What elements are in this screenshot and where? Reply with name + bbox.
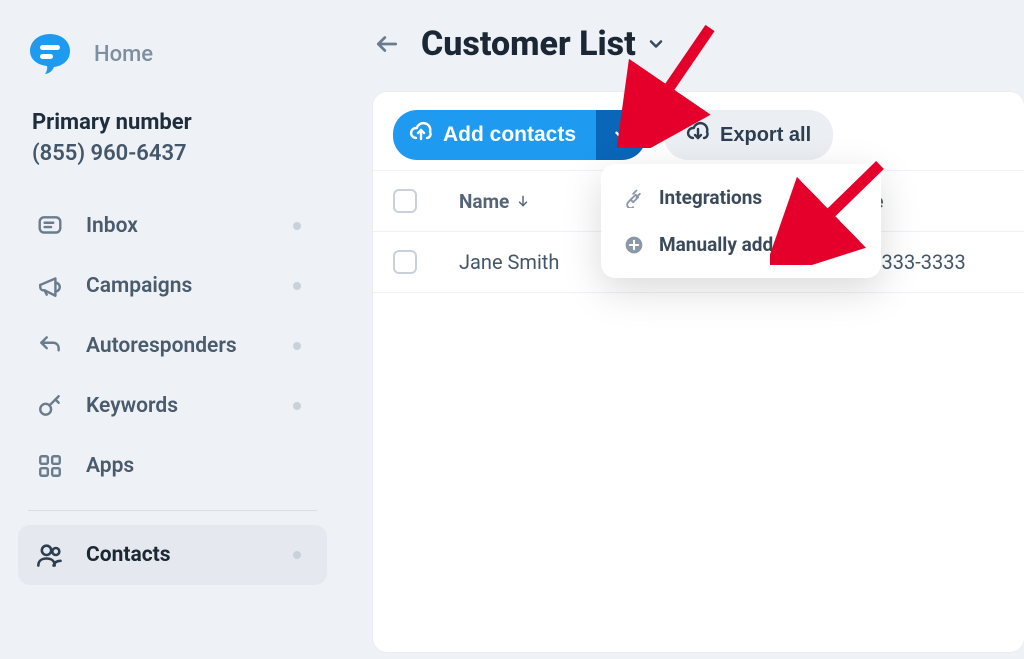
reply-icon [36, 332, 64, 360]
nav-list: Inbox Campaigns Autoresponders [18, 196, 327, 585]
main: Customer List Add con [345, 0, 1024, 659]
select-all-checkbox[interactable] [393, 189, 417, 213]
export-all-label: Export all [720, 124, 811, 147]
row-checkbox[interactable] [393, 250, 417, 274]
status-dot [293, 342, 301, 350]
page-title-text: Customer List [421, 24, 636, 64]
sidebar-item-inbox[interactable]: Inbox [18, 196, 327, 256]
content-card: Add contacts Export all [373, 92, 1024, 652]
sidebar-item-label: Campaigns [86, 274, 192, 298]
add-contacts-dropdown: Integrations Manually add contact [601, 164, 881, 278]
chevron-down-icon [646, 34, 666, 54]
sidebar-item-label: Keywords [86, 394, 178, 418]
dropdown-item-label: Manually add contact [659, 233, 842, 256]
cloud-upload-icon [409, 120, 433, 150]
sidebar-item-autoresponders[interactable]: Autoresponders [18, 316, 327, 376]
sidebar-item-label: Autoresponders [86, 334, 237, 358]
add-contacts-button[interactable]: Add contacts [393, 110, 596, 160]
sidebar-item-contacts[interactable]: Contacts [18, 525, 327, 585]
primary-number-block: Primary number (855) 960-6437 [18, 104, 327, 184]
inbox-icon [36, 212, 64, 240]
column-name-label: Name [459, 190, 509, 213]
sort-desc-icon [511, 190, 530, 213]
dropdown-item-label: Integrations [659, 186, 762, 209]
sidebar-item-label: Inbox [86, 214, 138, 238]
sidebar: Home Primary number (855) 960-6437 Inbox [0, 0, 345, 659]
sidebar-item-label: Contacts [86, 543, 171, 567]
status-dot [293, 551, 301, 559]
plus-circle-icon [623, 234, 645, 256]
apps-icon [36, 452, 64, 480]
toolbar: Add contacts Export all [373, 92, 1024, 170]
page-header: Customer List [373, 24, 1024, 92]
sidebar-item-campaigns[interactable]: Campaigns [18, 256, 327, 316]
logo-row: Home [18, 24, 327, 104]
sidebar-item-keywords[interactable]: Keywords [18, 376, 327, 436]
key-icon [36, 392, 64, 420]
export-all-button[interactable]: Export all [664, 110, 833, 160]
divider [28, 510, 317, 511]
megaphone-icon [36, 272, 64, 300]
primary-number-value: (855) 960-6437 [32, 141, 315, 166]
primary-number-label: Primary number [32, 110, 315, 135]
app-logo [26, 30, 74, 78]
contacts-icon [36, 541, 64, 569]
add-contacts-dropdown-toggle[interactable] [596, 110, 646, 160]
home-link[interactable]: Home [94, 42, 153, 67]
status-dot [293, 222, 301, 230]
cloud-download-icon [686, 120, 710, 150]
page-title[interactable]: Customer List [421, 24, 666, 64]
add-contacts-group: Add contacts [393, 110, 646, 160]
dropdown-item-integrations[interactable]: Integrations [601, 174, 881, 221]
add-contacts-label: Add contacts [443, 123, 576, 147]
status-dot [293, 282, 301, 290]
back-button[interactable] [373, 30, 401, 58]
sidebar-item-label: Apps [86, 454, 134, 478]
plug-icon [623, 187, 645, 209]
sidebar-item-apps[interactable]: Apps [18, 436, 327, 496]
dropdown-item-manual-add[interactable]: Manually add contact [601, 221, 881, 268]
status-dot [293, 402, 301, 410]
